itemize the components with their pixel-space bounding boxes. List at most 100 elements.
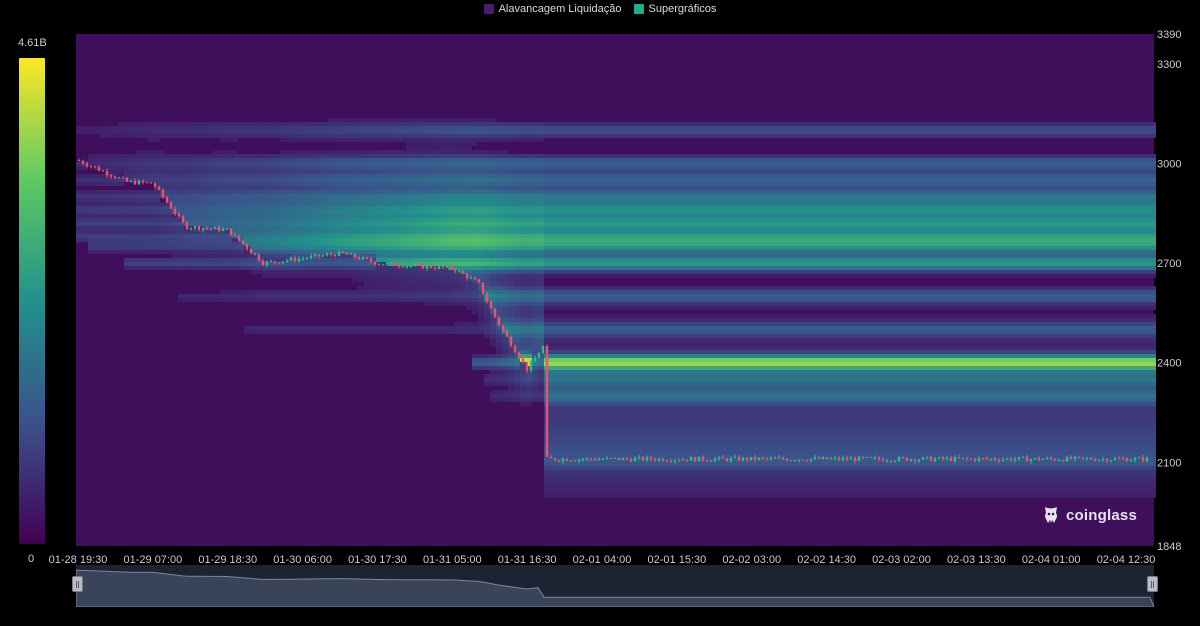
heatmap-cell	[616, 406, 622, 410]
heatmap-cell	[562, 214, 568, 218]
heatmap-cell	[652, 226, 658, 230]
heatmap-cell	[256, 262, 262, 266]
heatmap-cell	[574, 390, 580, 394]
heatmap-cell	[442, 150, 448, 154]
heatmap-cell	[556, 394, 562, 398]
heatmap-cell	[436, 326, 442, 330]
heatmap-cell	[562, 334, 568, 338]
heatmap-cell	[646, 378, 652, 382]
heatmap-cell	[508, 330, 514, 334]
heatmap-cell	[304, 174, 310, 178]
heatmap-cell	[604, 134, 610, 138]
heatmap-cell	[112, 230, 118, 234]
heatmap-cell	[214, 130, 220, 134]
heatmap-cell	[466, 154, 472, 158]
heatmap-cell	[358, 162, 364, 166]
heatmap-cell	[376, 298, 382, 302]
heatmap-cell	[586, 298, 592, 302]
heatmap-cell	[142, 226, 148, 230]
heatmap-cell	[346, 206, 352, 210]
heatmap-cell	[604, 206, 610, 210]
heatmap-cell	[76, 182, 82, 186]
heatmap-cell	[544, 170, 550, 174]
heatmap-cell	[466, 222, 472, 226]
heatmap-cell	[628, 490, 634, 494]
heatmap-cell	[154, 242, 160, 246]
heatmap-cell	[532, 282, 538, 286]
heatmap-cell	[406, 158, 412, 162]
heatmap-cell	[220, 174, 226, 178]
heatmap-cell	[400, 130, 406, 134]
heatmap-cell	[628, 198, 634, 202]
heatmap-cell	[610, 166, 616, 170]
heatmap-cell	[490, 202, 496, 206]
heatmap-cell	[634, 218, 640, 222]
heatmap-cell	[448, 250, 454, 254]
heatmap-cell	[352, 154, 358, 158]
heatmap-cell	[250, 222, 256, 226]
heatmap-cell	[490, 238, 496, 242]
heatmap-cell	[508, 274, 514, 278]
heatmap-cell	[514, 246, 520, 250]
heatmap-cell	[370, 154, 376, 158]
heatmap-cell	[424, 182, 430, 186]
heatmap-cell	[616, 422, 622, 426]
heatmap-cell	[424, 286, 430, 290]
heatmap-cell	[586, 394, 592, 398]
heatmap-cell	[364, 170, 370, 174]
heatmap-cell	[448, 158, 454, 162]
heatmap-cell	[610, 314, 616, 318]
heatmap-cell	[532, 138, 538, 142]
heatmap-cell	[310, 274, 316, 278]
heatmap-cell	[526, 274, 532, 278]
heatmap-cell	[586, 374, 592, 378]
heatmap-cell	[88, 230, 94, 234]
heatmap-cell	[640, 490, 646, 494]
heatmap-cell	[490, 270, 496, 274]
liquidation-heatmap-chart[interactable]: 4.61B 0 1848210024002700300033003390 01-…	[0, 0, 1200, 626]
heatmap-cell	[556, 186, 562, 190]
heatmap-cell	[616, 158, 622, 162]
heatmap-cell	[466, 326, 472, 330]
heatmap-cell	[508, 130, 514, 134]
heatmap-cell	[88, 242, 94, 246]
heatmap-cell	[130, 258, 136, 262]
heatmap-cell	[634, 410, 640, 414]
heatmap-cell	[340, 330, 346, 334]
heatmap-cell	[208, 210, 214, 214]
heatmap-cell	[490, 214, 496, 218]
heatmap-cell	[394, 278, 400, 282]
heatmap-cell	[352, 294, 358, 298]
heatmap-cell	[646, 322, 652, 326]
heatmap-cell	[520, 178, 526, 182]
heatmap-cell	[490, 174, 496, 178]
heatmap-cell	[640, 274, 646, 278]
heatmap-cell	[244, 170, 250, 174]
heatmap-cell	[154, 122, 160, 126]
heatmap-cell	[244, 226, 250, 230]
heatmap-cell	[112, 250, 118, 254]
heatmap-cell	[136, 218, 142, 222]
heatmap-cell	[616, 346, 622, 350]
heatmap-cell	[412, 254, 418, 258]
heatmap-cell	[604, 430, 610, 434]
heatmap-cell	[616, 378, 622, 382]
heatmap-cell	[88, 238, 94, 242]
heatmap-cell	[586, 266, 592, 270]
heatmap-cell	[580, 434, 586, 438]
heatmap-cell	[646, 446, 652, 450]
heatmap-cell	[430, 198, 436, 202]
heatmap-cell	[592, 330, 598, 334]
heatmap-cell	[598, 290, 604, 294]
heatmap-cell	[532, 186, 538, 190]
heatmap-cell	[622, 266, 628, 270]
heatmap-cell	[202, 198, 208, 202]
heatmap-cell	[148, 262, 154, 266]
heatmap-cell	[406, 246, 412, 250]
heatmap-cell	[358, 166, 364, 170]
heatmap-cell	[628, 290, 634, 294]
heatmap-cell	[82, 230, 88, 234]
heatmap-cell	[562, 274, 568, 278]
heatmap-cell	[412, 214, 418, 218]
heatmap-cell	[166, 250, 172, 254]
